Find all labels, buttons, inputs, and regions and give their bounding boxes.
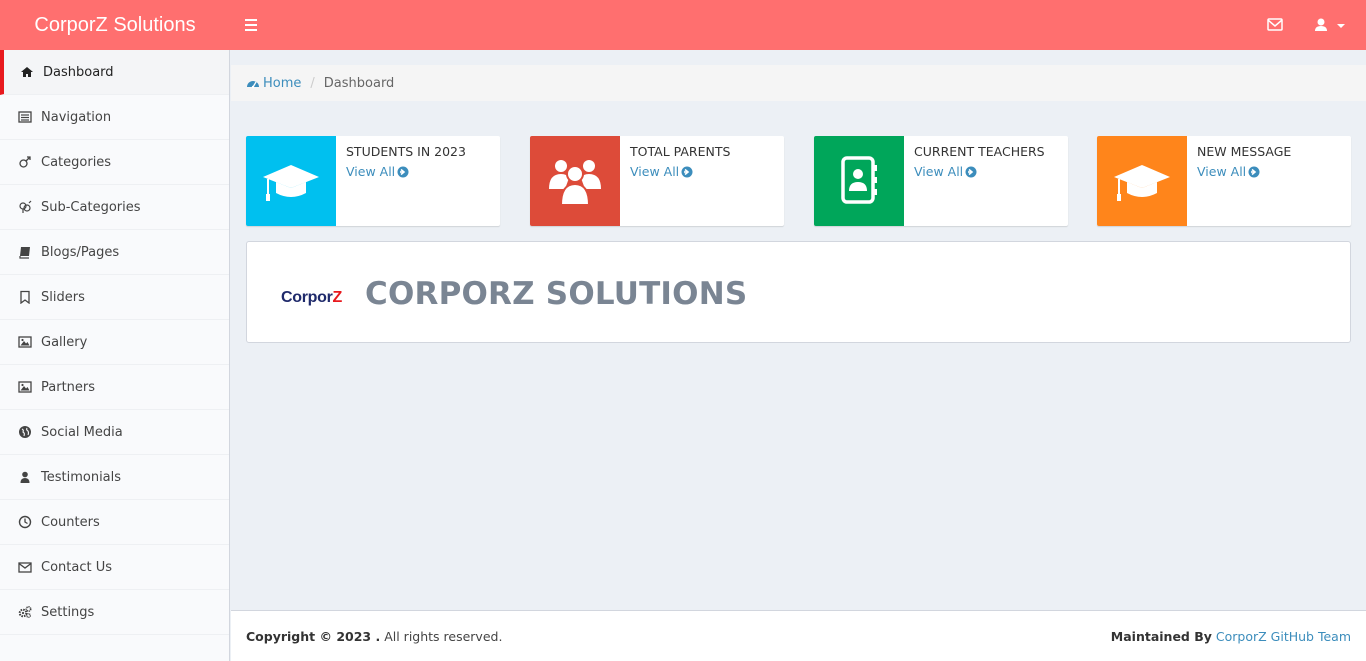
info-box-title: NEW MESSAGE	[1197, 144, 1292, 159]
home-icon	[20, 65, 34, 79]
sidebar-item-contact-us[interactable]: Contact Us	[0, 545, 229, 590]
sidebar-item-sub-categories[interactable]: Sub-Categories	[0, 185, 229, 230]
sidebar-item-label: Contact Us	[41, 559, 112, 575]
bookmark-icon	[18, 290, 32, 304]
breadcrumb-home-link[interactable]: Home	[246, 76, 301, 91]
info-box-icon	[530, 136, 620, 226]
user-icon	[18, 470, 32, 484]
info-box-students: STUDENTS IN 2023 View All	[246, 136, 500, 226]
hamburger-icon	[245, 19, 257, 21]
sidebar: Dashboard Navigation Categories Sub-Cate…	[0, 50, 230, 661]
info-box-icon	[814, 136, 904, 226]
sidebar-item-label: Sub-Categories	[41, 199, 141, 215]
sidebar-item-label: Testimonials	[41, 469, 122, 485]
address-book-icon	[841, 156, 877, 204]
view-all-link[interactable]: View All	[914, 164, 977, 179]
sidebar-item-label: Categories	[41, 154, 112, 170]
mars-icon	[18, 155, 32, 169]
dashboard-icon	[247, 81, 259, 89]
sidebar-item-dashboard[interactable]: Dashboard	[0, 50, 229, 95]
sidebar-item-sliders[interactable]: Sliders	[0, 275, 229, 320]
info-box-icon	[1097, 136, 1187, 226]
info-box-icon	[246, 136, 336, 226]
footer: Copyright © 2023 . All rights reserved. …	[231, 610, 1366, 661]
sidebar-item-label: Dashboard	[43, 64, 114, 80]
globe-icon	[18, 425, 32, 439]
book-icon	[18, 245, 32, 259]
sidebar-item-testimonials[interactable]: Testimonials	[0, 455, 229, 500]
sidebar-item-settings[interactable]: Settings	[0, 590, 229, 635]
info-box-title: CURRENT TEACHERS	[914, 144, 1045, 159]
sidebar-item-label: Blogs/Pages	[41, 244, 120, 260]
breadcrumb-current: Dashboard	[323, 75, 395, 91]
info-box-title: STUDENTS IN 2023	[346, 144, 466, 159]
gender-icon	[18, 200, 32, 214]
maintainer-link[interactable]: CorporZ GitHub Team	[1216, 629, 1351, 644]
info-box-parents: TOTAL PARENTS View All	[530, 136, 784, 226]
view-all-link[interactable]: View All	[346, 164, 409, 179]
view-all-link[interactable]: View All	[1197, 164, 1260, 179]
sidebar-item-counters[interactable]: Counters	[0, 500, 229, 545]
list-icon	[18, 110, 32, 124]
sidebar-item-navigation[interactable]: Navigation	[0, 95, 229, 140]
arrow-circle-right-icon	[397, 166, 409, 177]
sidebar-item-label: Social Media	[41, 424, 123, 440]
sidebar-item-categories[interactable]: Categories	[0, 140, 229, 185]
sidebar-item-label: Sliders	[41, 289, 85, 305]
breadcrumb: Home / Dashboard	[231, 65, 1366, 101]
image-icon	[18, 380, 32, 394]
sidebar-item-social-media[interactable]: Social Media	[0, 410, 229, 455]
info-box-teachers: CURRENT TEACHERS View All	[814, 136, 1068, 226]
clock-icon	[18, 515, 32, 529]
company-logo: CorporZ	[281, 289, 343, 306]
user-menu-button[interactable]	[1308, 14, 1352, 36]
arrow-circle-right-icon	[965, 166, 977, 177]
sidebar-item-partners[interactable]: Partners	[0, 365, 229, 410]
brand-logo[interactable]: CorporZ Solutions	[0, 0, 230, 50]
sidebar-item-label: Navigation	[41, 109, 112, 125]
envelope-icon	[1267, 18, 1283, 31]
arrow-circle-right-icon	[681, 166, 693, 177]
company-banner: CorporZ CORPORZ SOLUTIONS	[246, 241, 1351, 343]
company-title: CORPORZ SOLUTIONS	[365, 276, 748, 312]
envelope-icon	[18, 560, 32, 574]
sidebar-item-label: Partners	[41, 379, 96, 395]
messages-button[interactable]	[1263, 16, 1287, 34]
main-content: Home / Dashboard STUDENTS IN 2023 View A…	[231, 50, 1366, 610]
image-icon	[18, 335, 32, 349]
arrow-circle-right-icon	[1248, 166, 1260, 177]
users-icon	[549, 160, 601, 206]
sidebar-item-gallery[interactable]: Gallery	[0, 320, 229, 365]
footer-maintained: Maintained By CorporZ GitHub Team	[1110, 629, 1351, 644]
user-icon	[1315, 18, 1345, 31]
info-box-title: TOTAL PARENTS	[630, 144, 731, 159]
breadcrumb-separator: /	[310, 75, 315, 91]
top-navbar: CorporZ Solutions	[0, 0, 1366, 50]
sidebar-item-label: Counters	[41, 514, 100, 530]
sidebar-item-label: Settings	[41, 604, 95, 620]
footer-copyright: Copyright © 2023 . All rights reserved.	[246, 629, 503, 644]
graduation-cap-icon	[1114, 165, 1170, 201]
sidebar-item-label: Gallery	[41, 334, 88, 350]
caret-down-icon	[1337, 24, 1345, 28]
cogs-icon	[18, 605, 32, 619]
sidebar-item-blogs-pages[interactable]: Blogs/Pages	[0, 230, 229, 275]
info-box-messages: NEW MESSAGE View All	[1097, 136, 1351, 226]
view-all-link[interactable]: View All	[630, 164, 693, 179]
graduation-cap-icon	[263, 165, 319, 201]
sidebar-toggle-button[interactable]	[241, 15, 261, 35]
